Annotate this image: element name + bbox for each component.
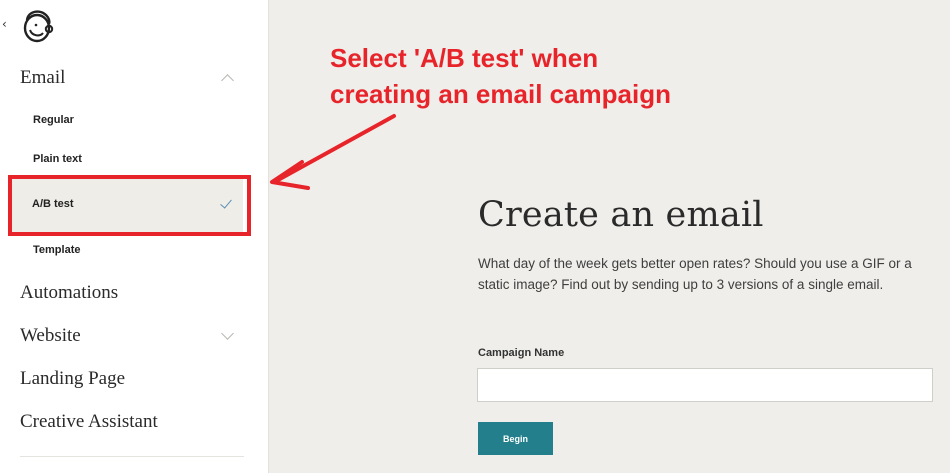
chevron-left-icon[interactable]: ‹ [2, 17, 7, 31]
nav-creative-assistant[interactable]: Creative Assistant [20, 411, 158, 433]
sub-item-regular[interactable]: Regular [33, 114, 74, 126]
chevron-up-icon[interactable] [221, 74, 234, 87]
chevron-down-icon[interactable] [221, 327, 234, 340]
nav-email[interactable]: Email [20, 67, 65, 89]
sub-item-template[interactable]: Template [33, 244, 80, 256]
begin-button[interactable]: Begin [478, 422, 553, 455]
annotation-line-2: creating an email campaign [330, 79, 672, 109]
campaign-name-input[interactable] [477, 368, 933, 402]
annotation-text: Select 'A/B test' when creating an email… [330, 40, 671, 112]
nav-automations[interactable]: Automations [20, 282, 118, 304]
sub-item-plain-text[interactable]: Plain text [33, 153, 82, 165]
annotation-line-1: Select 'A/B test' when [330, 43, 599, 73]
nav-landing-page[interactable]: Landing Page [20, 368, 125, 390]
divider [20, 456, 244, 457]
highlight-box [8, 175, 251, 236]
campaign-name-label: Campaign Name [478, 347, 565, 359]
sidebar: ‹ Email Regular Plain text A/B test Temp… [0, 0, 269, 473]
page-description: What day of the week gets better open ra… [478, 256, 912, 292]
page-title: Create an email [478, 195, 764, 235]
red-arrow-icon [270, 114, 396, 190]
freddie-logo-icon[interactable] [18, 6, 58, 46]
nav-website[interactable]: Website [20, 325, 81, 347]
